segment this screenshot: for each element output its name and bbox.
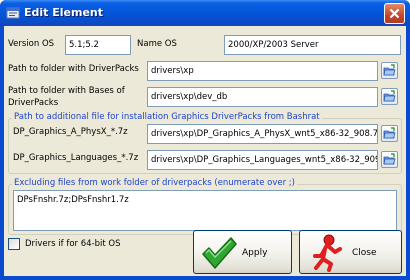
close-button-label: Close: [352, 248, 377, 258]
window-title: Edit Element: [24, 6, 104, 19]
bases-path-input[interactable]: drivers\xp\dev_db: [147, 87, 378, 107]
languages-browse-button[interactable]: [381, 151, 398, 168]
languages-path-input[interactable]: drivers\xp\DP_Graphics_Languages_wnt5_x8…: [147, 150, 378, 170]
window-frame-bottom: [0, 276, 410, 280]
version-os-input[interactable]: 5.1;5.2: [65, 35, 131, 55]
bases-path-label-line1: Path to folder with Bases of: [8, 86, 125, 96]
driverpacks-browse-button[interactable]: [381, 62, 398, 79]
driverpacks-path-input[interactable]: drivers\xp: [147, 61, 378, 81]
excluding-files-group-title: Excluding files from work folder of driv…: [12, 178, 297, 189]
dialog-body: Version OS 5.1;5.2 Name OS 2000/XP/2003 …: [4, 26, 406, 276]
graphics-driverpacks-group-title: Path to additional file for installation…: [12, 112, 322, 123]
apply-button-label: Apply: [242, 248, 268, 258]
open-folder-icon: [383, 90, 396, 102]
driverpacks-path-label: Path to folder with DriverPacks: [8, 64, 139, 74]
physx-path-input[interactable]: drivers\xp\DP_Graphics_A_PhysX_wnt5_x86-…: [147, 124, 378, 144]
apply-button[interactable]: Apply: [193, 230, 292, 274]
physx-browse-button[interactable]: [381, 125, 398, 142]
green-checkmark-icon: [202, 237, 237, 269]
running-man-exit-icon: [313, 234, 342, 272]
close-icon: [389, 8, 400, 19]
open-folder-icon: [383, 153, 396, 165]
version-os-label: Version OS: [8, 39, 55, 49]
bases-browse-button[interactable]: [381, 88, 398, 105]
window-frame-right: [406, 26, 410, 280]
settings-window-icon: [6, 6, 20, 20]
x64-checkbox[interactable]: [8, 238, 20, 250]
excluding-files-textarea[interactable]: DPsFnshr.7z;DPsFnshr1.7z: [13, 190, 397, 231]
bases-path-label-line2: DriverPacks: [8, 98, 59, 108]
name-os-input[interactable]: 2000/XP/2003 Server: [224, 35, 401, 55]
title-bar[interactable]: Edit Element: [0, 0, 410, 26]
x64-checkbox-label[interactable]: Drivers if for 64-bit OS: [25, 239, 121, 250]
open-folder-icon: [383, 64, 396, 76]
physx-label: DP_Graphics_A_PhysX_*.7z: [13, 127, 128, 137]
open-folder-icon: [383, 127, 396, 139]
edit-element-window: Edit Element Version OS 5.1;5.2 Name OS …: [0, 0, 410, 280]
close-button[interactable]: Close: [299, 230, 402, 274]
name-os-label: Name OS: [137, 39, 177, 49]
languages-label: DP_Graphics_Languages_*.7z: [13, 153, 139, 163]
window-close-button[interactable]: [384, 3, 405, 24]
